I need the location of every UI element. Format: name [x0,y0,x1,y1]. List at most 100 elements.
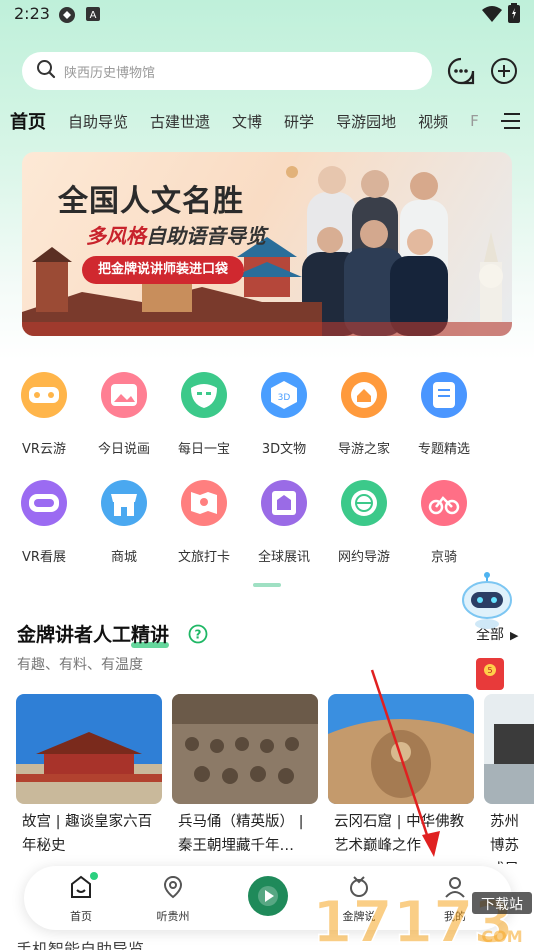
card-title: 兵马俑（精英版） | 秦王朝埋藏千年… [178,814,304,854]
card-title: 故宫 | 趣谈皇家六百年秘史 [22,814,153,854]
exhibition-icon [261,480,307,526]
add-button[interactable] [489,56,519,86]
feature-grid-item[interactable]: 京骑 [404,480,484,580]
search-icon [36,59,56,83]
card-image-suzhou [484,694,534,804]
feature-grid-label: 文旅打卡 [177,550,230,565]
card-image-forbidden-city [16,694,162,804]
tab-guide-garden[interactable]: 导游园地 [336,111,396,132]
feature-grid-item[interactable]: VR看展 [4,480,84,580]
feature-grid-label: 京骑 [430,550,457,565]
feature-grid-label: 每日一宝 [177,442,230,457]
svg-text:A: A [90,10,97,21]
feature-grid-item[interactable]: 网约导游 [324,480,404,580]
nav-listen-guizhou-label: 听贵州 [156,910,190,923]
site-watermark-logo: 17173 下载站 COM [311,880,534,950]
feature-grid-label: 3D文物 [261,442,307,457]
banner-title: 全国人文名胜 [58,184,244,219]
bike-icon [421,480,467,526]
section-title: 金牌讲者人工精讲 [17,620,169,647]
red-packet-label: 5 [487,666,492,675]
feature-grid-label: 导游之家 [337,442,390,457]
feature-grid-item[interactable]: 专题精选 [404,372,484,472]
feature-grid-item[interactable]: 商城 [84,480,164,580]
tab-menu-button[interactable] [500,110,522,132]
map-pin-icon [181,480,227,526]
tab-ancient-architecture[interactable]: 古建世遗 [150,111,210,132]
status-bar: 2:23 A [0,0,534,28]
nav-home[interactable]: 首页 [46,872,116,924]
course-card[interactable]: 兵马俑（精英版） | 秦王朝埋藏千年… [172,694,318,864]
globe-icon [341,480,387,526]
app-notification-icon [58,6,76,28]
tab-home[interactable]: 首页 [10,108,46,138]
mask-icon [181,372,227,418]
battery-icon [508,3,520,27]
feature-grid-item[interactable]: 今日说画 [84,372,164,472]
banner-subtitle-rest: 自助语音导览 [146,224,266,248]
search-placeholder: 陕西历史博物馆 [64,65,156,81]
banner-subtitle-highlight: 多风格 [86,224,146,248]
tab-museum[interactable]: 文博 [232,111,262,132]
watermark-tag: 下载站 [481,897,523,913]
nav-home-label: 首页 [70,910,92,923]
next-section-title-peek: 手机智能自助导览 [16,940,145,950]
watermark-domain: COM [481,927,522,946]
guide-home-icon [341,372,387,418]
chat-bot-icon [447,57,475,85]
feature-grid-label: VR看展 [22,550,66,565]
feature-grid-label: 全球展讯 [257,550,310,565]
grid-page-indicator [253,583,281,587]
course-card[interactable]: 故宫 | 趣谈皇家六百年秘史 [16,694,162,864]
location-icon [163,875,183,899]
customer-service-button[interactable] [446,56,476,86]
tab-more-peek[interactable]: F [470,112,479,130]
red-arrow-annotation [370,669,440,857]
nav-play-button[interactable] [248,876,288,916]
category-tabs: 首页 自助导览 古建世遗 文博 研学 导游园地 视频 F [10,104,501,138]
feature-grid-item[interactable]: VR云游 [4,372,84,472]
plus-circle-icon [491,58,517,84]
feature-grid-item[interactable]: 导游之家 [324,372,404,472]
shop-icon [101,480,147,526]
vr-glasses-icon [21,372,67,418]
help-icon[interactable]: ? [188,624,208,644]
feature-grid-label: VR云游 [22,442,66,457]
feature-grid-label: 今日说画 [97,442,150,457]
svg-text:?: ? [195,628,202,642]
picture-icon [101,372,147,418]
feature-grid-label: 网约导游 [337,550,390,565]
search-bar[interactable]: 陕西历史博物馆 [22,52,432,90]
feature-grid-label: 商城 [110,550,137,565]
menu-icon [501,113,520,129]
section-subtitle: 有趣、有料、有温度 [17,657,143,673]
card-title: 苏州博苏式风 [490,814,519,864]
course-card[interactable]: 苏州博苏式风 168 [484,694,534,864]
play-icon [258,886,278,906]
banner-cta-pill: 把金牌说讲师装进口袋 [82,256,245,284]
feature-grid-item[interactable]: 3D 3D文物 [244,372,324,472]
tab-self-guide[interactable]: 自助导览 [68,111,128,132]
promo-banner[interactable]: 全国人文名胜 多风格自助语音导览 把金牌说讲师装进口袋 [22,152,512,336]
red-packet-icon[interactable]: 5 [470,654,510,694]
banner-subtitle: 多风格自助语音导览 [86,220,266,249]
status-time: 2:23 [14,4,50,23]
section-title-plain: 金牌讲者人工 [17,624,132,646]
keyboard-icon: A [86,6,100,25]
feature-grid-item[interactable]: 文旅打卡 [164,480,244,580]
wifi-icon [482,6,502,26]
3d-cube-icon: 3D [261,372,307,418]
tab-study[interactable]: 研学 [284,111,314,132]
svg-text:3D: 3D [278,393,291,403]
section-title-highlight: 精讲 [131,624,170,646]
feature-grid-item[interactable]: 全球展讯 [244,480,324,580]
topic-icon [421,372,467,418]
card-image-terracotta [172,694,318,804]
nav-home-badge [90,872,98,880]
robot-assistant-icon[interactable] [458,570,516,630]
tab-video[interactable]: 视频 [418,111,448,132]
chevron-right-icon: ▶ [510,629,519,642]
feature-grid-item[interactable]: 每日一宝 [164,372,244,472]
nav-listen-guizhou[interactable]: 听贵州 [138,874,208,924]
vr-headset-icon [21,480,67,526]
